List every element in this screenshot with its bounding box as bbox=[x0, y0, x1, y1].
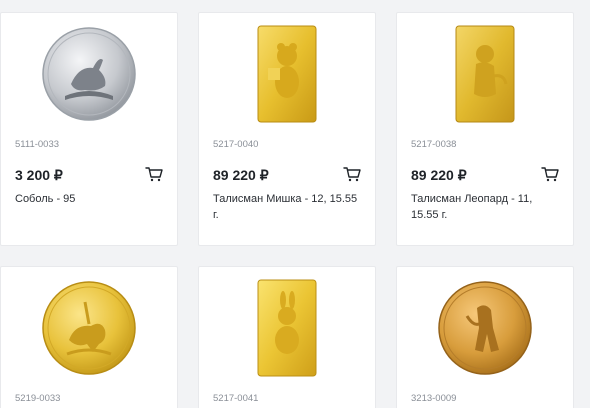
product-sku: 5111-0033 bbox=[15, 139, 60, 150]
product-card[interactable]: 5111-0033 3 200 ₽ Соболь - 95 bbox=[0, 12, 178, 246]
silver-coin-image bbox=[42, 27, 136, 121]
cart-icon[interactable] bbox=[145, 166, 163, 182]
product-image[interactable] bbox=[1, 13, 177, 135]
product-image[interactable] bbox=[199, 13, 375, 135]
gold-bar-image bbox=[455, 25, 515, 123]
gold-coin-image bbox=[42, 281, 136, 375]
product-sku: 3213-0009 bbox=[411, 393, 457, 404]
product-sku: 5217-0041 bbox=[213, 393, 259, 404]
cart-icon[interactable] bbox=[343, 166, 361, 182]
product-name[interactable]: Талисман Мишка - 12, 15.55 г. bbox=[213, 191, 363, 223]
product-card[interactable]: 5217-0040 89 220 ₽ Талисман Мишка - 12, … bbox=[198, 12, 376, 246]
product-card[interactable]: 3213-0009 bbox=[396, 266, 574, 408]
product-image[interactable] bbox=[1, 267, 177, 389]
gold-bar-image bbox=[257, 279, 317, 377]
product-card[interactable]: 5219-0033 bbox=[0, 266, 178, 408]
product-sku: 5219-0033 bbox=[15, 393, 61, 404]
product-price: 89 220 ₽ bbox=[213, 167, 269, 183]
gold-bar-image bbox=[257, 25, 317, 123]
product-image[interactable] bbox=[397, 267, 573, 389]
product-name[interactable]: Соболь - 95 bbox=[15, 191, 165, 207]
product-card[interactable]: 5217-0038 89 220 ₽ Талисман Леопард - 11… bbox=[396, 12, 574, 246]
product-sku: 5217-0038 bbox=[411, 139, 457, 150]
product-image[interactable] bbox=[397, 13, 573, 135]
product-sku: 5217-0040 bbox=[213, 139, 259, 150]
product-card[interactable]: 5217-0041 bbox=[198, 266, 376, 408]
cart-icon[interactable] bbox=[541, 166, 559, 182]
product-price: 89 220 ₽ bbox=[411, 167, 467, 183]
product-price: 3 200 ₽ bbox=[15, 167, 63, 183]
gold-coin-image bbox=[438, 281, 532, 375]
product-grid: 5111-0033 3 200 ₽ Соболь - 95 5217-0040 … bbox=[0, 0, 590, 408]
product-name[interactable]: Талисман Леопард - 11, 15.55 г. bbox=[411, 191, 561, 223]
product-image[interactable] bbox=[199, 267, 375, 389]
